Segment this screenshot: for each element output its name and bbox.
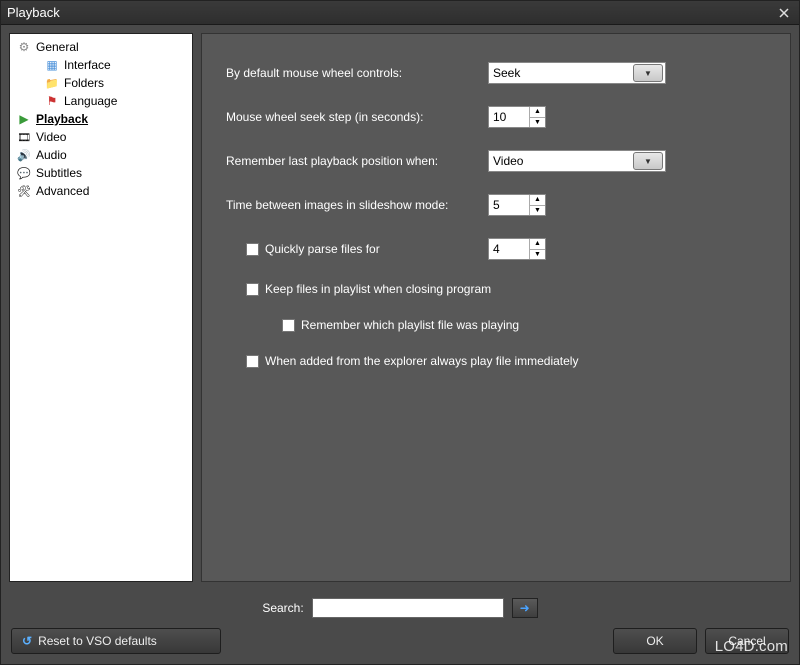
sidebar-item-label: Audio bbox=[36, 148, 67, 162]
ok-label: OK bbox=[646, 634, 663, 648]
sidebar-item-label: Language bbox=[64, 94, 117, 108]
subtitles-icon bbox=[16, 165, 32, 181]
sidebar-item-general[interactable]: General bbox=[12, 38, 190, 56]
close-icon bbox=[779, 8, 789, 18]
spinner-arrows: ▲▼ bbox=[529, 195, 545, 215]
close-button[interactable] bbox=[775, 5, 793, 21]
search-button[interactable] bbox=[512, 598, 538, 618]
sidebar-item-advanced[interactable]: Advanced bbox=[12, 182, 190, 200]
advanced-icon bbox=[16, 183, 32, 199]
row-keep-playlist: Keep files in playlist when closing prog… bbox=[226, 282, 766, 296]
sidebar-item-video[interactable]: Video bbox=[12, 128, 190, 146]
sidebar-item-label: Playback bbox=[36, 112, 88, 126]
combo-value: Seek bbox=[493, 66, 633, 80]
settings-window: Playback General Interface Folders Langu… bbox=[0, 0, 800, 665]
keep-playlist-checkbox[interactable] bbox=[246, 283, 259, 296]
row-remember-playlist: Remember which playlist file was playing bbox=[226, 318, 766, 332]
spinner-value: 5 bbox=[489, 195, 529, 215]
row-mouse-wheel: By default mouse wheel controls: Seek ▼ bbox=[226, 62, 766, 84]
cancel-button[interactable]: Cancel bbox=[705, 628, 789, 654]
sidebar-item-label: Folders bbox=[64, 76, 104, 90]
sidebar-item-label: Subtitles bbox=[36, 166, 82, 180]
chevron-up-icon[interactable]: ▲ bbox=[529, 107, 545, 118]
slideshow-label: Time between images in slideshow mode: bbox=[226, 198, 476, 212]
mouse-wheel-combo[interactable]: Seek ▼ bbox=[488, 62, 666, 84]
row-seek-step: Mouse wheel seek step (in seconds): 10 ▲… bbox=[226, 106, 766, 128]
chevron-down-icon[interactable]: ▼ bbox=[529, 250, 545, 260]
quick-parse-checkbox[interactable] bbox=[246, 243, 259, 256]
settings-panel: By default mouse wheel controls: Seek ▼ … bbox=[201, 33, 791, 582]
row-explorer-play: When added from the explorer always play… bbox=[226, 354, 766, 368]
search-bar: Search: bbox=[1, 590, 799, 622]
gear-icon bbox=[16, 39, 32, 55]
search-input[interactable] bbox=[312, 598, 504, 618]
remember-pos-combo[interactable]: Video ▼ bbox=[488, 150, 666, 172]
mouse-wheel-label: By default mouse wheel controls: bbox=[226, 66, 476, 80]
spinner-arrows: ▲▼ bbox=[529, 107, 545, 127]
chevron-down-icon[interactable]: ▼ bbox=[529, 118, 545, 128]
reset-icon bbox=[22, 634, 32, 648]
spinner-arrows: ▲▼ bbox=[529, 239, 545, 259]
footer: Reset to VSO defaults OK Cancel bbox=[1, 622, 799, 664]
sidebar-item-audio[interactable]: Audio bbox=[12, 146, 190, 164]
spinner-value: 10 bbox=[489, 107, 529, 127]
category-tree: General Interface Folders Language Playb… bbox=[9, 33, 193, 582]
sidebar-item-label: General bbox=[36, 40, 79, 54]
chevron-down-icon: ▼ bbox=[633, 64, 663, 82]
cancel-label: Cancel bbox=[728, 634, 765, 648]
window-icon bbox=[44, 57, 60, 73]
keep-playlist-label: Keep files in playlist when closing prog… bbox=[265, 282, 491, 296]
explorer-play-label: When added from the explorer always play… bbox=[265, 354, 578, 368]
sidebar-item-language[interactable]: Language bbox=[12, 92, 190, 110]
seek-step-spinner[interactable]: 10 ▲▼ bbox=[488, 106, 546, 128]
remember-playlist-label: Remember which playlist file was playing bbox=[301, 318, 519, 332]
play-icon bbox=[16, 111, 32, 127]
search-label: Search: bbox=[262, 601, 303, 615]
explorer-play-checkbox[interactable] bbox=[246, 355, 259, 368]
flag-icon bbox=[44, 93, 60, 109]
spinner-value: 4 bbox=[489, 239, 529, 259]
sidebar-item-interface[interactable]: Interface bbox=[12, 56, 190, 74]
quick-parse-spinner[interactable]: 4 ▲▼ bbox=[488, 238, 546, 260]
seek-step-label: Mouse wheel seek step (in seconds): bbox=[226, 110, 476, 124]
body-area: General Interface Folders Language Playb… bbox=[1, 25, 799, 590]
chevron-down-icon[interactable]: ▼ bbox=[529, 206, 545, 216]
quick-parse-label: Quickly parse files for bbox=[265, 242, 380, 256]
titlebar: Playback bbox=[1, 1, 799, 25]
sidebar-item-label: Video bbox=[36, 130, 66, 144]
arrow-right-icon bbox=[520, 601, 530, 615]
remember-pos-label: Remember last playback position when: bbox=[226, 154, 476, 168]
sidebar-item-playback[interactable]: Playback bbox=[12, 110, 190, 128]
sidebar-item-folders[interactable]: Folders bbox=[12, 74, 190, 92]
sidebar-item-label: Advanced bbox=[36, 184, 89, 198]
combo-value: Video bbox=[493, 154, 633, 168]
sidebar-item-label: Interface bbox=[64, 58, 111, 72]
reset-defaults-button[interactable]: Reset to VSO defaults bbox=[11, 628, 221, 654]
slideshow-spinner[interactable]: 5 ▲▼ bbox=[488, 194, 546, 216]
audio-icon bbox=[16, 147, 32, 163]
chevron-up-icon[interactable]: ▲ bbox=[529, 195, 545, 206]
window-title: Playback bbox=[7, 5, 775, 20]
chevron-down-icon: ▼ bbox=[633, 152, 663, 170]
chevron-up-icon[interactable]: ▲ bbox=[529, 239, 545, 250]
folder-icon bbox=[44, 75, 60, 91]
row-slideshow: Time between images in slideshow mode: 5… bbox=[226, 194, 766, 216]
sidebar-item-subtitles[interactable]: Subtitles bbox=[12, 164, 190, 182]
row-remember-pos: Remember last playback position when: Vi… bbox=[226, 150, 766, 172]
remember-playlist-checkbox[interactable] bbox=[282, 319, 295, 332]
row-quick-parse: Quickly parse files for 4 ▲▼ bbox=[226, 238, 766, 260]
ok-button[interactable]: OK bbox=[613, 628, 697, 654]
video-icon bbox=[16, 129, 32, 145]
reset-label: Reset to VSO defaults bbox=[38, 634, 157, 648]
